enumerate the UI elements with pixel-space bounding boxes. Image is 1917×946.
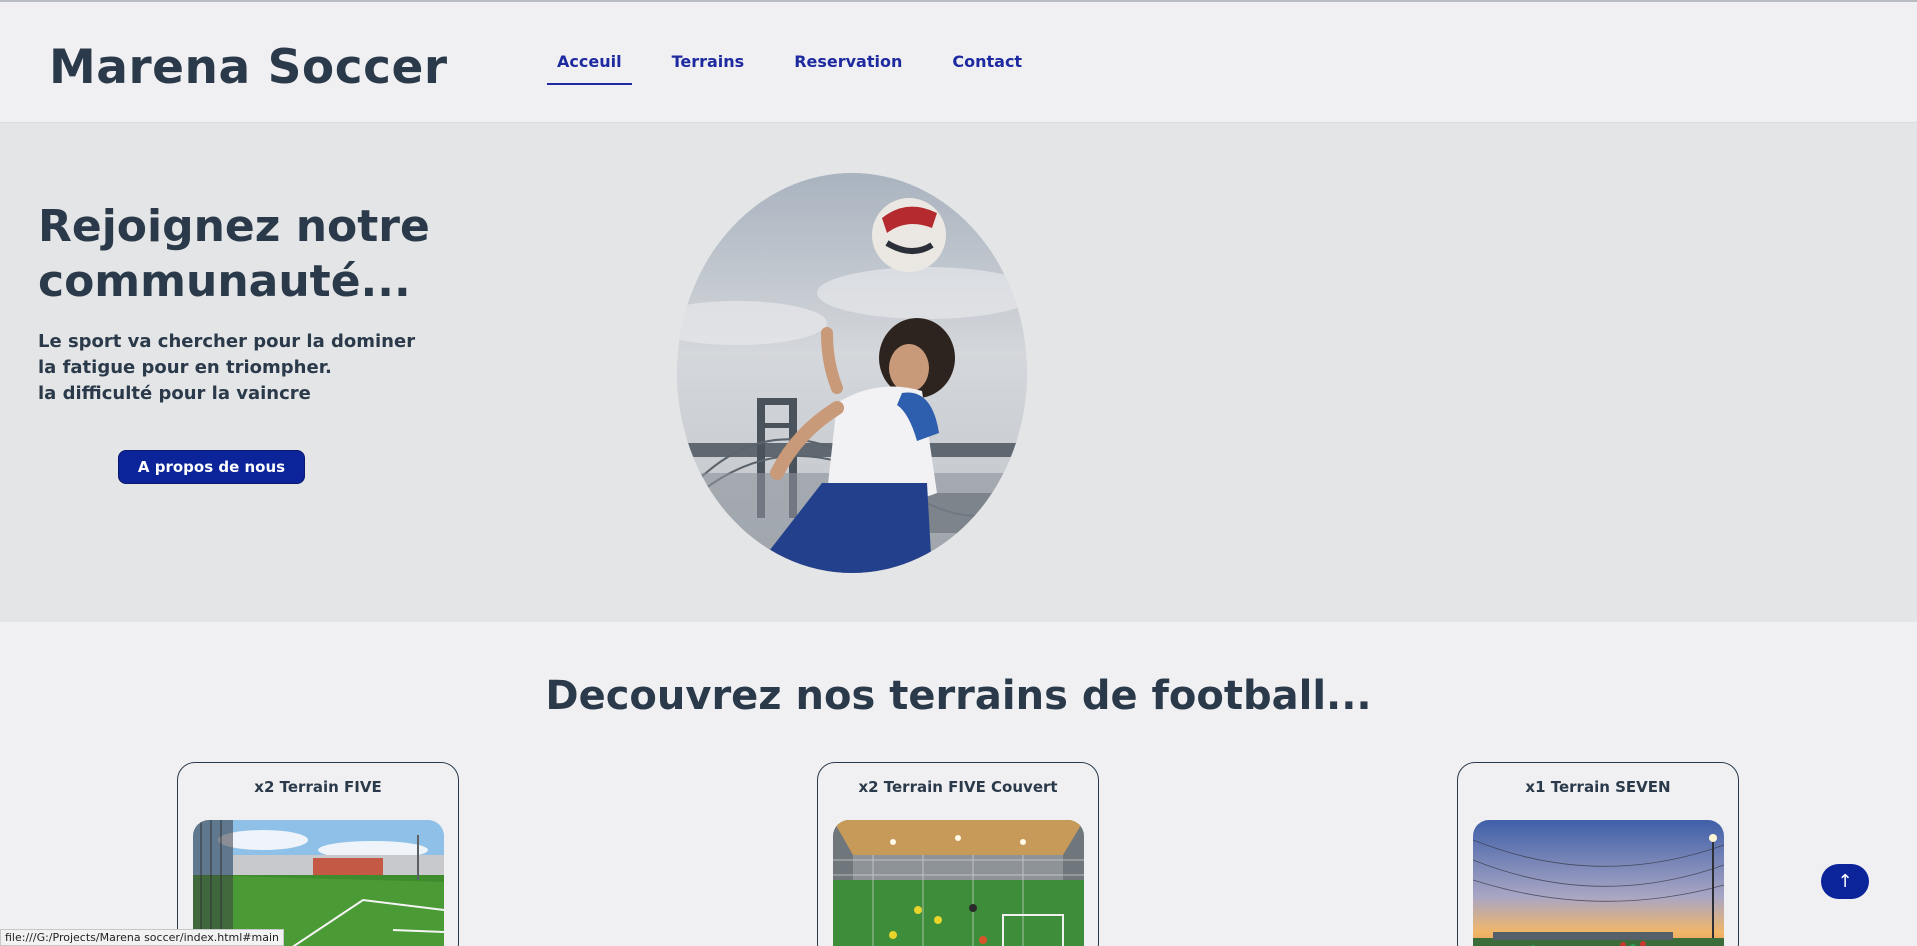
main-nav: Acceuil Terrains Reservation Contact: [547, 48, 1062, 85]
hero-tagline-line: la fatigue pour en triompher.: [38, 357, 332, 378]
hero-tagline-line: Le sport va chercher pour la dominer: [38, 331, 416, 352]
hero-tagline-line: la difficulté pour la vaincre: [38, 383, 311, 404]
terrain-five-couvert-photo: [833, 820, 1084, 946]
site-header: Marena Soccer Acceuil Terrains Reservati…: [0, 2, 1917, 123]
terrain-card-title: x1 Terrain SEVEN: [1525, 778, 1671, 796]
terrains-heading: Decouvrez nos terrains de football...: [545, 673, 1372, 719]
nav-item-terrains[interactable]: Terrains: [662, 48, 755, 85]
scroll-to-top-button[interactable]: ↑: [1821, 864, 1869, 899]
terrain-card-five[interactable]: x2 Terrain FIVE: [177, 762, 459, 946]
hero-tagline: Le sport va chercher pour la dominer la …: [38, 329, 415, 407]
browser-status-url: file:///G:/Projects/Marena soccer/index.…: [0, 929, 284, 946]
hero-section: Rejoignez notre communauté... Le sport v…: [0, 123, 1917, 622]
about-us-button[interactable]: A propos de nous: [118, 450, 305, 484]
terrain-card-title: x2 Terrain FIVE Couvert: [858, 778, 1058, 796]
sunset-pitch-image: [1473, 820, 1724, 946]
terrain-five-photo: [193, 820, 444, 946]
hero-title: Rejoignez notre communauté...: [38, 201, 430, 307]
arrow-up-icon: ↑: [1837, 871, 1853, 892]
terrain-card-seven[interactable]: x1 Terrain SEVEN: [1457, 762, 1739, 946]
terrain-card-five-couvert[interactable]: x2 Terrain FIVE Couvert: [817, 762, 1099, 946]
outdoor-pitch-image: [193, 820, 444, 946]
terrain-seven-photo: [1473, 820, 1724, 946]
indoor-pitch-image: [833, 820, 1084, 946]
nav-item-acceuil[interactable]: Acceuil: [547, 48, 632, 85]
hero-player-photo: [677, 173, 1027, 573]
nav-item-reservation[interactable]: Reservation: [784, 48, 912, 85]
terrain-card-title: x2 Terrain FIVE: [254, 778, 382, 796]
player-heading-ball-image: [677, 173, 1027, 573]
nav-item-contact[interactable]: Contact: [942, 48, 1032, 85]
site-logo[interactable]: Marena Soccer: [49, 40, 448, 95]
